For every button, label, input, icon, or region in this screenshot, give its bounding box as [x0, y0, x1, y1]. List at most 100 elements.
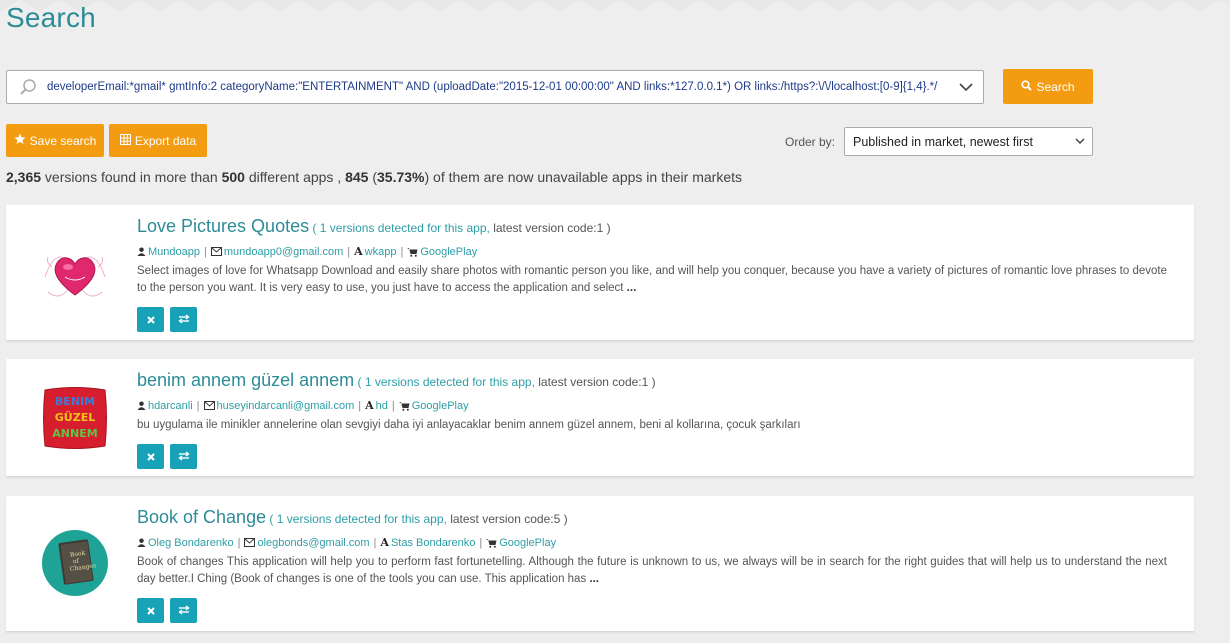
remove-button[interactable]	[137, 307, 164, 332]
pillow-icon[interactable]: BENIM GÜZEL ANNEM	[40, 383, 110, 453]
search-query[interactable]: developerEmail:*gmail* gmtInfo:2 categor…	[43, 81, 949, 93]
font-icon: A	[354, 245, 363, 258]
app-name[interactable]: Love Pictures Quotes	[137, 216, 309, 236]
publisher-link[interactable]: hd	[376, 400, 388, 412]
remove-button[interactable]	[137, 444, 164, 469]
summary-text: (	[368, 169, 378, 185]
pillow-text-line-3: ANNEM	[52, 427, 97, 440]
versions-link[interactable]: 1 versions detected for this app,	[365, 375, 535, 389]
market-link[interactable]: GooglePlay	[499, 537, 556, 549]
remove-button[interactable]	[137, 598, 164, 623]
compare-button[interactable]	[170, 307, 197, 332]
cart-icon	[486, 538, 497, 548]
close-icon	[146, 602, 155, 620]
app-title-line: Love Pictures Quotes ( 1 versions detect…	[137, 216, 611, 237]
compare-button[interactable]	[170, 598, 197, 623]
user-icon	[137, 538, 146, 547]
compare-button[interactable]	[170, 444, 197, 469]
versions-paren: (	[309, 221, 320, 235]
description-text: Book of changes This application will he…	[137, 556, 1167, 585]
envelope-icon	[210, 247, 222, 256]
email-link[interactable]: huseyindarcanli@gmail.com	[217, 400, 355, 412]
email-link[interactable]: olegbonds@gmail.com	[257, 537, 369, 549]
app-name[interactable]: benim annem güzel annem	[137, 370, 354, 390]
envelope-icon	[244, 538, 256, 547]
separator: |	[196, 399, 200, 412]
pillow-text-line-2: GÜZEL	[55, 410, 95, 424]
app-description: bu uygulama ile minikler annelerine olan…	[137, 417, 1167, 434]
book-icon[interactable]: Book of Changes	[40, 528, 110, 598]
developer-link[interactable]: Oleg Bondarenko	[148, 537, 234, 549]
exchange-icon	[177, 311, 190, 329]
latest-version: latest version code:1 )	[489, 221, 611, 235]
description-text: bu uygulama ile minikler annelerine olan…	[137, 419, 801, 431]
email-link[interactable]: mundoapp0@gmail.com	[224, 246, 343, 258]
font-icon: A	[380, 536, 389, 549]
separator: |	[204, 245, 207, 258]
latest-version: latest version code:5 )	[446, 512, 568, 526]
developer-link[interactable]: Mundoapp	[148, 246, 200, 258]
market-link[interactable]: GooglePlay	[412, 400, 469, 412]
order-by-select[interactable]: Published in market, newest first	[844, 127, 1093, 156]
apps-count: 500	[221, 169, 245, 185]
results-summary: 2,365 versions found in more than 500 di…	[6, 169, 742, 185]
magnifier-icon	[13, 78, 43, 96]
table-icon	[119, 133, 131, 148]
market-link[interactable]: GooglePlay	[420, 246, 477, 258]
description-text: Select images of love for Whatsapp Downl…	[137, 265, 1167, 294]
exchange-icon	[177, 602, 190, 620]
app-meta: Oleg Bondarenko | olegbonds@gmail.com | …	[137, 536, 556, 549]
user-icon	[137, 401, 146, 410]
star-icon	[14, 133, 26, 148]
order-by-label: Order by:	[785, 135, 836, 149]
versions-link[interactable]: 1 versions detected for this app,	[320, 221, 490, 235]
app-description: Select images of love for Whatsapp Downl…	[137, 263, 1167, 297]
unavailable-count: 845	[345, 169, 369, 185]
app-title-line: benim annem güzel annem ( 1 versions det…	[137, 370, 656, 391]
search-button-label: Search	[1036, 79, 1075, 94]
font-icon: A	[365, 399, 374, 412]
chevron-down-icon[interactable]	[949, 82, 983, 92]
search-icon	[1021, 79, 1033, 94]
app-description: Book of changes This application will he…	[137, 554, 1167, 588]
envelope-icon	[203, 401, 215, 410]
app-name[interactable]: Book of Change	[137, 507, 266, 527]
separator: |	[347, 245, 351, 258]
separator: |	[479, 536, 483, 549]
heart-icon[interactable]	[40, 237, 110, 307]
page-title: Search	[6, 2, 96, 33]
app-meta: Mundoapp | mundoapp0@gmail.com | A wkapp…	[137, 245, 477, 258]
search-button[interactable]: Search	[1003, 69, 1093, 104]
header-background	[0, 0, 1230, 60]
versions-paren: (	[266, 512, 277, 526]
description-more[interactable]: ...	[623, 282, 637, 294]
summary-text: ) of them are now unavailable apps in th…	[424, 169, 743, 185]
developer-link[interactable]: hdarcanli	[148, 400, 193, 412]
chevron-down-icon	[1074, 135, 1086, 150]
order-by-value: Published in market, newest first	[853, 134, 1033, 149]
close-icon	[146, 448, 155, 466]
publisher-link[interactable]: Stas Bondarenko	[391, 537, 475, 549]
latest-version: latest version code:1 )	[534, 375, 656, 389]
separator: |	[400, 245, 404, 258]
versions-count: 2,365	[6, 169, 42, 185]
description-more[interactable]: ...	[586, 573, 599, 585]
unavailable-percent: 35.73%	[377, 169, 425, 185]
app-title-line: Book of Change ( 1 versions detected for…	[137, 507, 568, 528]
result-card: Love Pictures Quotes ( 1 versions detect…	[6, 205, 1194, 341]
summary-text: versions found in more than	[41, 169, 222, 185]
versions-link[interactable]: 1 versions detected for this app,	[277, 512, 447, 526]
pillow-text-line-1: BENIM	[55, 395, 95, 408]
versions-paren: (	[354, 375, 365, 389]
search-input[interactable]: developerEmail:*gmail* gmtInfo:2 categor…	[6, 70, 984, 104]
separator: |	[358, 399, 362, 412]
separator: |	[237, 536, 241, 549]
publisher-link[interactable]: wkapp	[365, 246, 397, 258]
result-card: BENIM GÜZEL ANNEM benim annem güzel anne…	[6, 359, 1194, 477]
save-search-label: Save search	[29, 133, 97, 148]
cart-icon	[398, 401, 410, 411]
summary-text: different apps ,	[244, 169, 346, 185]
save-search-button[interactable]: Save search	[6, 124, 104, 157]
app-meta: hdarcanli | huseyindarcanli@gmail.com | …	[137, 399, 469, 412]
export-data-button[interactable]: Export data	[109, 124, 207, 157]
